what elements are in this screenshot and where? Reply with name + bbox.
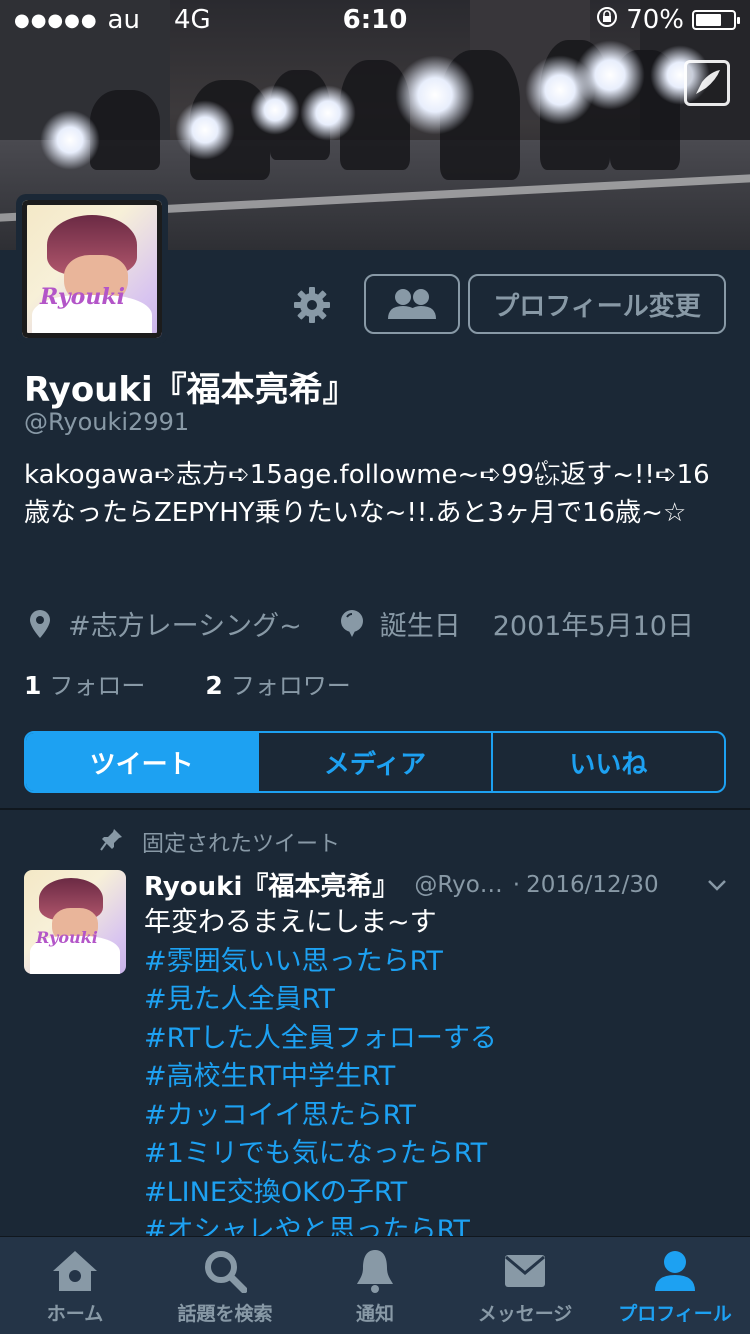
bottom-tab-bar: ホーム 話題を検索 通知 メッセージ プロフィール <box>0 1236 750 1334</box>
envelope-icon <box>500 1247 550 1295</box>
tweet-avatar[interactable]: Ryouki <box>24 870 126 974</box>
person-icon <box>650 1247 700 1295</box>
tweet-avatar-signature: Ryouki <box>36 928 98 947</box>
tabbar-home[interactable]: ホーム <box>0 1237 150 1334</box>
home-icon <box>50 1247 100 1295</box>
tweet-body: 年変わるまえにしま~す #雰囲気いい思ったらRT #見た人全員RT #RTした人… <box>144 904 734 1236</box>
tabbar-notifications-label: 通知 <box>355 1303 394 1325</box>
hashtag-link[interactable]: #雰囲気いい思ったらRT <box>144 943 734 982</box>
hashtag-link[interactable]: #RTした人全員フォローする <box>144 1020 734 1059</box>
tweet-separator: · <box>512 871 521 898</box>
avatar-signature: Ryouki <box>40 284 125 310</box>
tweet-author-handle[interactable]: @Ryo… <box>414 872 502 898</box>
network-label: 4G <box>173 5 211 35</box>
tweet-text: 年変わるまえにしま~す <box>144 907 437 938</box>
hashtag-link[interactable]: #オシャレやと思ったらRT <box>144 1212 734 1236</box>
pin-icon <box>100 827 124 857</box>
tabbar-search[interactable]: 話題を検索 <box>150 1237 300 1334</box>
tabbar-notifications[interactable]: 通知 <box>300 1237 450 1334</box>
tabbar-search-label: 話題を検索 <box>177 1303 273 1325</box>
hashtag-link[interactable]: #1ミリでも気になったらRT <box>144 1135 734 1174</box>
carrier-label: au <box>107 5 140 35</box>
tweet-date[interactable]: 2016/12/30 <box>526 872 659 898</box>
battery-icon <box>692 10 740 30</box>
hashtag-link[interactable]: #カッコイイ思たらRT <box>144 1097 734 1136</box>
status-bar: ●●●●● au 4G 6:10 70% <box>0 0 750 40</box>
timeline: 固定されたツイート Ryouki Ryouki『福本亮希』 @Ryo… · 20… <box>0 0 750 1236</box>
tabbar-profile-label: プロフィール <box>618 1303 732 1325</box>
tweet-author-name[interactable]: Ryouki『福本亮希』 <box>144 866 398 903</box>
search-icon <box>200 1247 250 1295</box>
tabbar-messages[interactable]: メッセージ <box>450 1237 600 1334</box>
signal-strength: ●●●●● <box>14 9 98 31</box>
tabbar-home-label: ホーム <box>46 1303 104 1325</box>
hashtag-link[interactable]: #LINE交換OKの子RT <box>144 1174 734 1213</box>
profile-avatar[interactable]: Ryouki <box>16 194 168 344</box>
hashtag-link[interactable]: #高校生RT中学生RT <box>144 1058 734 1097</box>
bell-icon <box>350 1247 400 1295</box>
hashtag-link[interactable]: #見た人全員RT <box>144 981 734 1020</box>
pinned-label: 固定されたツイート <box>142 832 341 857</box>
tabbar-profile[interactable]: プロフィール <box>600 1237 750 1334</box>
chevron-down-icon[interactable] <box>706 874 728 896</box>
tweet-header: Ryouki『福本亮希』 @Ryo… · 2016/12/30 <box>144 866 734 903</box>
rotation-lock-icon <box>596 5 618 35</box>
battery-percent: 70% <box>626 5 684 35</box>
tabbar-messages-label: メッセージ <box>477 1303 573 1325</box>
pinned-indicator: 固定されたツイート <box>100 826 340 858</box>
